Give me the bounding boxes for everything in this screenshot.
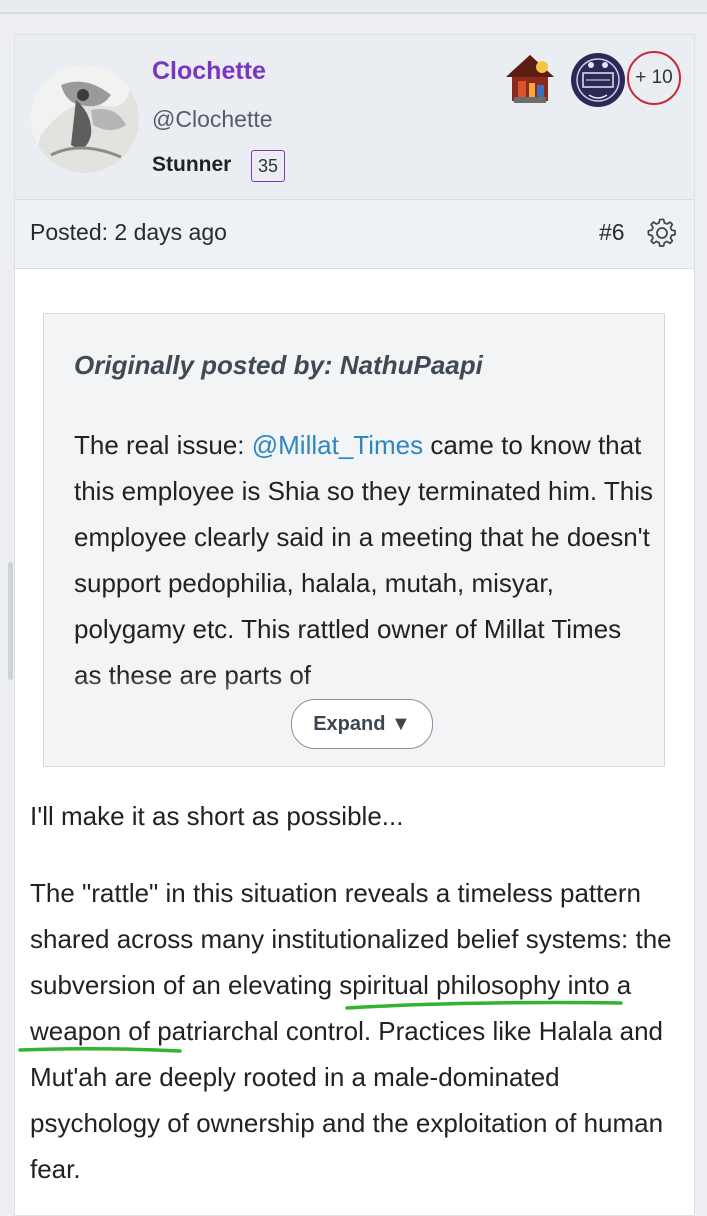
- post-meta-bar: Posted: 2 days ago #6: [15, 200, 694, 269]
- post-timestamp: Posted: 2 days ago: [30, 219, 227, 245]
- post-author-header: Clochette @Clochette Stunner 35 + 10: [15, 35, 694, 200]
- user-handle: @Clochette: [152, 106, 273, 132]
- previous-post-edge: [0, 0, 707, 14]
- quote-text-rest: came to know that this employee is Shia …: [74, 430, 654, 690]
- sticker-badge-icon[interactable]: [569, 51, 627, 109]
- forum-post-card: Clochette @Clochette Stunner 35 + 10 Pos…: [14, 34, 695, 1216]
- house-badge-icon[interactable]: [502, 51, 558, 107]
- reply-intro: I'll make it as short as possible...: [30, 801, 404, 831]
- quote-text-start: The real issue:: [74, 430, 252, 460]
- username[interactable]: Clochette: [152, 57, 266, 86]
- post-number[interactable]: #6: [599, 219, 625, 246]
- quote-text: The real issue: @Millat_Times came to kn…: [74, 422, 654, 698]
- avatar-image: [31, 65, 139, 173]
- quote-attribution: Originally posted by: NathuPaapi: [74, 350, 483, 380]
- more-badges-button[interactable]: + 10: [627, 51, 681, 105]
- quoted-post: Originally posted by: NathuPaapi The rea…: [43, 313, 665, 767]
- reply-body: The "rattle" in this situation reveals a…: [30, 878, 672, 1184]
- scroll-indicator[interactable]: [8, 562, 13, 680]
- avatar[interactable]: [31, 65, 139, 173]
- expand-button[interactable]: Expand ▼: [291, 699, 433, 749]
- user-rank: Stunner: [152, 153, 232, 176]
- gear-icon[interactable]: [647, 218, 677, 248]
- level-badge: 35: [251, 150, 285, 182]
- mention-link[interactable]: @Millat_Times: [252, 430, 423, 460]
